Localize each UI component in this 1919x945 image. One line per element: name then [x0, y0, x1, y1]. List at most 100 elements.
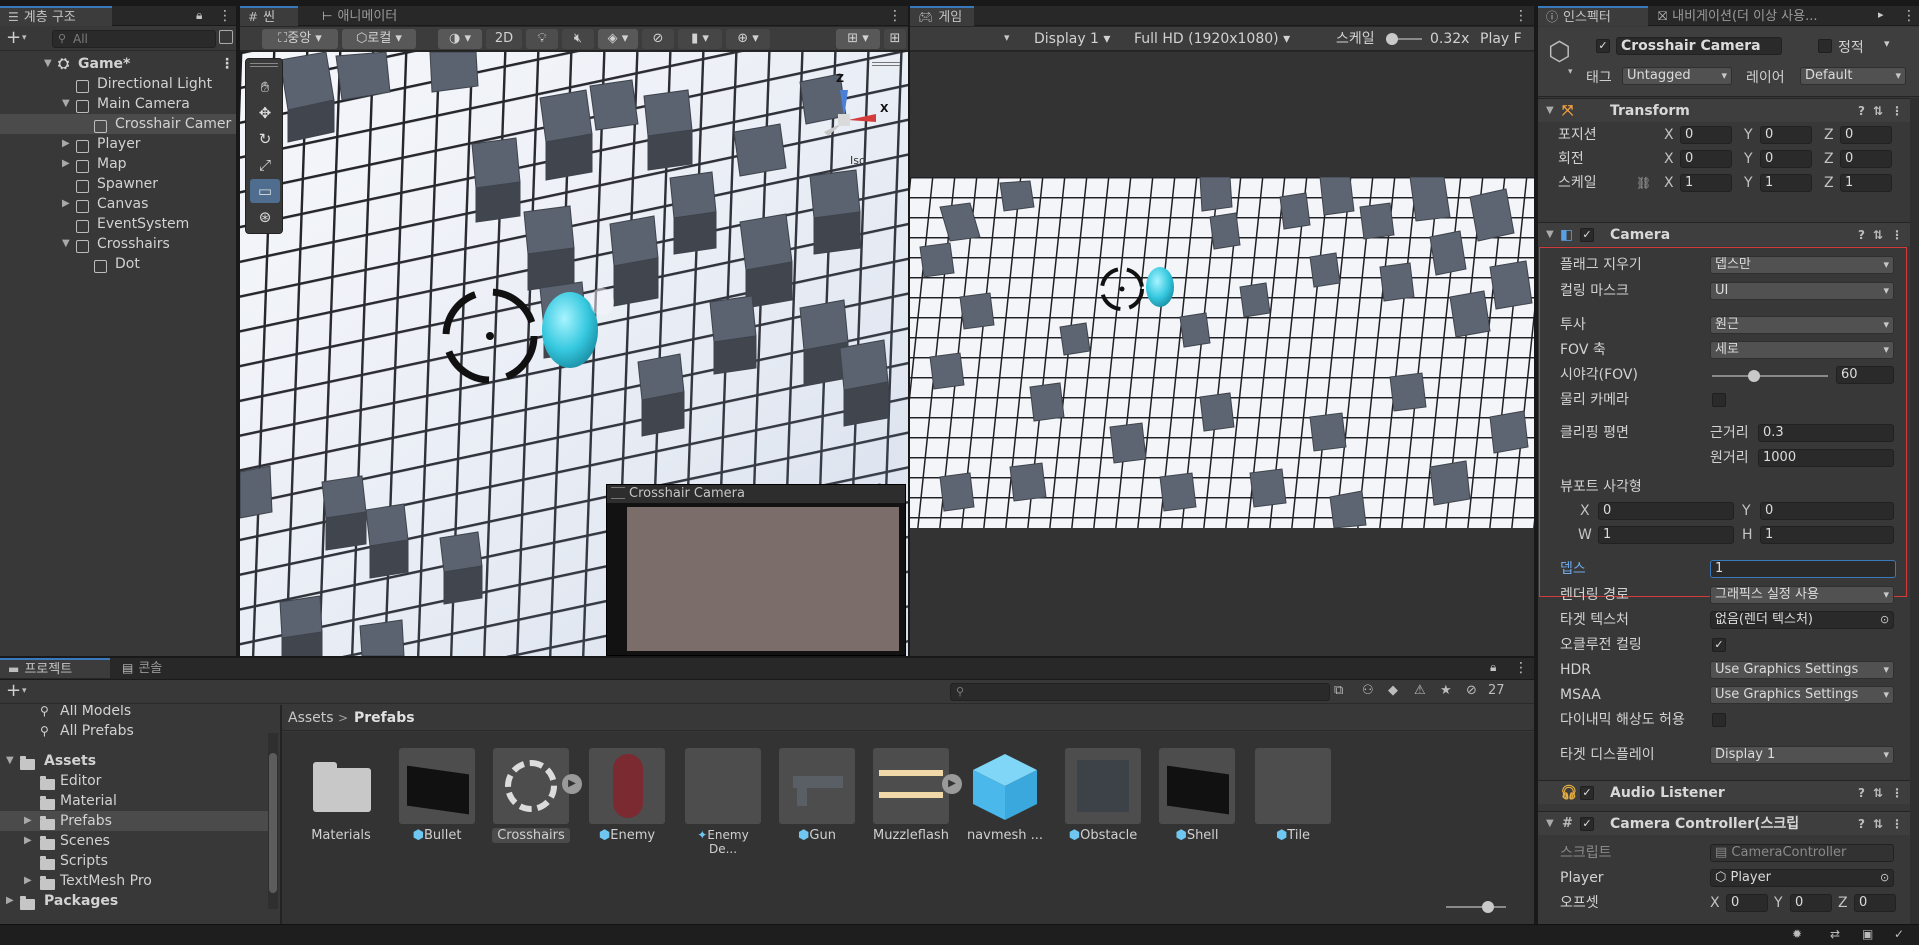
display-dropdown[interactable]: Display 1 ▾: [1034, 27, 1110, 51]
game-mode-dropdown-icon[interactable]: ▾: [1004, 31, 1010, 44]
rect-tool-icon[interactable]: ▭: [250, 179, 280, 203]
pivot-dropdown[interactable]: ⛶중앙 ▾: [262, 29, 338, 49]
static-checkbox[interactable]: [1818, 39, 1832, 53]
project-menu-icon[interactable]: ⋮: [1514, 660, 1528, 676]
component-header-icons[interactable]: ?⇅⋮: [1858, 812, 1911, 836]
depth-field[interactable]: 1: [1710, 560, 1896, 578]
add-dropdown-icon[interactable]: ▾: [22, 33, 27, 43]
expand-arrow-icon[interactable]: ▼: [6, 751, 14, 771]
tab-console[interactable]: ▤ 콘솔: [114, 658, 170, 678]
palette-grip[interactable]: [250, 63, 278, 67]
asset-navmesh[interactable]: navmesh ...: [966, 748, 1044, 843]
filter-by-label-icon[interactable]: ⚇: [1362, 683, 1374, 698]
asset-bullet[interactable]: ⬢Bullet: [398, 748, 476, 843]
asset-crosshairs[interactable]: ▶ Crosshairs: [492, 748, 582, 843]
viewport-y-field[interactable]: 0: [1760, 502, 1894, 520]
create-dropdown-icon[interactable]: ▾: [22, 686, 27, 696]
collapse-arrow-icon[interactable]: ▶: [62, 134, 70, 154]
scene-filter-icon[interactable]: [219, 30, 233, 44]
hdr-dropdown[interactable]: Use Graphics Settings: [1710, 661, 1894, 679]
cache-icon[interactable]: ▣: [1862, 927, 1873, 941]
asset-enemy[interactable]: ⬢Enemy: [588, 748, 666, 843]
expand-arrow-icon[interactable]: ▼: [62, 94, 70, 114]
scene-viewport[interactable]: ✋︎ ✥ ↻ ⤢ ▭ ⊛ Z X Iso Crosshair Camera: [240, 52, 908, 656]
rotation-y-field[interactable]: 0: [1760, 150, 1812, 168]
tag-icon[interactable]: ◆: [1388, 683, 1398, 698]
effects-dropdown[interactable]: ◈ ▾: [598, 29, 638, 49]
far-clip-field[interactable]: 1000: [1758, 449, 1894, 467]
network-icon[interactable]: ⇄: [1830, 927, 1840, 941]
collapse-arrow-icon[interactable]: ▶: [62, 154, 70, 174]
fov-slider-track[interactable]: [1712, 370, 1828, 382]
offset-y-field[interactable]: 0: [1790, 894, 1832, 912]
object-picker-icon[interactable]: ⊙: [1880, 609, 1889, 631]
tree-scrollbar-thumb[interactable]: [269, 753, 277, 893]
tab-inspector[interactable]: ⓘ 인스펙터: [1538, 6, 1648, 26]
hierarchy-item-crosshair-camera[interactable]: Crosshair Camer: [0, 114, 236, 134]
layer-dropdown[interactable]: Default: [1800, 67, 1906, 85]
viewport-h-field[interactable]: 1: [1760, 526, 1894, 544]
game-viewport[interactable]: [910, 52, 1534, 656]
collapse-arrow-icon[interactable]: ▶: [24, 831, 32, 851]
hierarchy-item-canvas[interactable]: ▶ Canvas: [0, 194, 236, 214]
project-search-input[interactable]: ⚲: [950, 683, 1330, 701]
search-by-type-icon[interactable]: ⧉: [1334, 683, 1343, 698]
tree-item-assets[interactable]: ▼ Assets: [0, 751, 278, 771]
component-header-icons[interactable]: ?⇅⋮: [1858, 781, 1911, 805]
component-header-icons[interactable]: ?⇅⋮: [1858, 223, 1911, 247]
scale-z-field[interactable]: 1: [1840, 174, 1892, 192]
camera-controller-checkbox[interactable]: ✓: [1580, 817, 1594, 831]
lock-icon[interactable]: 🔒︎: [1490, 660, 1496, 675]
physical-camera-checkbox[interactable]: [1712, 393, 1726, 407]
occlusion-culling-checkbox[interactable]: ✓: [1712, 638, 1726, 652]
scale-tool-icon[interactable]: ⤢: [250, 153, 280, 177]
warning-icon[interactable]: ⚠: [1414, 683, 1426, 698]
scene-menu-icon[interactable]: ⋮: [220, 54, 234, 74]
dynamic-resolution-checkbox[interactable]: [1712, 713, 1726, 727]
hierarchy-search-input[interactable]: ⚲ All: [52, 30, 216, 48]
hierarchy-item-dot[interactable]: Dot: [0, 254, 236, 274]
tree-item-packages[interactable]: ▶ Packages: [0, 891, 278, 911]
constrain-scale-icon[interactable]: ⛓︎: [1636, 172, 1651, 194]
hierarchy-item-spawner[interactable]: Spawner: [0, 174, 236, 194]
camera-header[interactable]: ▼ ◧ ✓ Camera ?⇅⋮: [1538, 222, 1919, 246]
near-clip-field[interactable]: 0.3: [1758, 424, 1894, 442]
asset-enemy-death[interactable]: ✦Enemy De...: [684, 748, 762, 856]
component-header-icons[interactable]: ?⇅⋮: [1858, 99, 1911, 123]
orientation-gizmo[interactable]: Z X Iso: [800, 62, 900, 182]
tree-item-scripts[interactable]: Scripts: [0, 851, 278, 871]
collapse-arrow-icon[interactable]: ▶: [24, 871, 32, 891]
create-icon[interactable]: +: [6, 680, 21, 701]
scene-root[interactable]: ▼ ⛭ Game* ⋮: [0, 54, 236, 74]
hierarchy-item-crosshairs[interactable]: ▼ Crosshairs: [0, 234, 236, 254]
2d-toggle[interactable]: 2D: [486, 29, 522, 49]
asset-gun[interactable]: ⬢Gun: [778, 748, 856, 843]
target-texture-field[interactable]: 없음(렌더 텍스처): [1710, 611, 1894, 629]
asset-shell[interactable]: ⬢Shell: [1158, 748, 1236, 843]
rotation-z-field[interactable]: 0: [1840, 150, 1892, 168]
tree-item-material[interactable]: Material: [0, 791, 278, 811]
fov-field[interactable]: 60: [1836, 366, 1894, 384]
asset-materials[interactable]: Materials: [302, 748, 380, 843]
expand-prefab-icon[interactable]: ▶: [562, 774, 582, 794]
tree-item-scenes[interactable]: ▶ Scenes: [0, 831, 278, 851]
viewport-x-field[interactable]: 0: [1598, 502, 1734, 520]
tab-overflow-icon[interactable]: ▸: [1878, 8, 1884, 21]
expand-arrow-icon[interactable]: ▼: [62, 234, 70, 254]
tab-navigation[interactable]: ⛝ 내비게이션(더 이상 사용...: [1650, 6, 1890, 26]
add-icon[interactable]: +: [6, 27, 21, 48]
tab-game[interactable]: 🎮︎ 게임: [910, 6, 974, 26]
fold-arrow-icon[interactable]: ▼: [1546, 812, 1554, 836]
rotate-tool-icon[interactable]: ↻: [250, 127, 280, 151]
draw-mode-dropdown[interactable]: ◑ ▾: [438, 29, 482, 49]
fold-arrow-icon[interactable]: ▼: [1546, 99, 1554, 123]
scene-menu-icon[interactable]: ⋮: [888, 8, 902, 24]
collapse-arrow-icon[interactable]: ▶: [62, 194, 70, 214]
position-y-field[interactable]: 0: [1760, 126, 1812, 144]
inspector-menu-icon[interactable]: ⋮: [1902, 8, 1916, 24]
tab-animator[interactable]: ⊢ 애니메이터: [314, 6, 405, 26]
tree-item-editor[interactable]: Editor: [0, 771, 278, 791]
space-dropdown[interactable]: ⬡로컬 ▾: [342, 29, 416, 49]
expand-prefab-icon[interactable]: ▶: [942, 774, 962, 794]
gizmo-grip[interactable]: [872, 62, 900, 66]
